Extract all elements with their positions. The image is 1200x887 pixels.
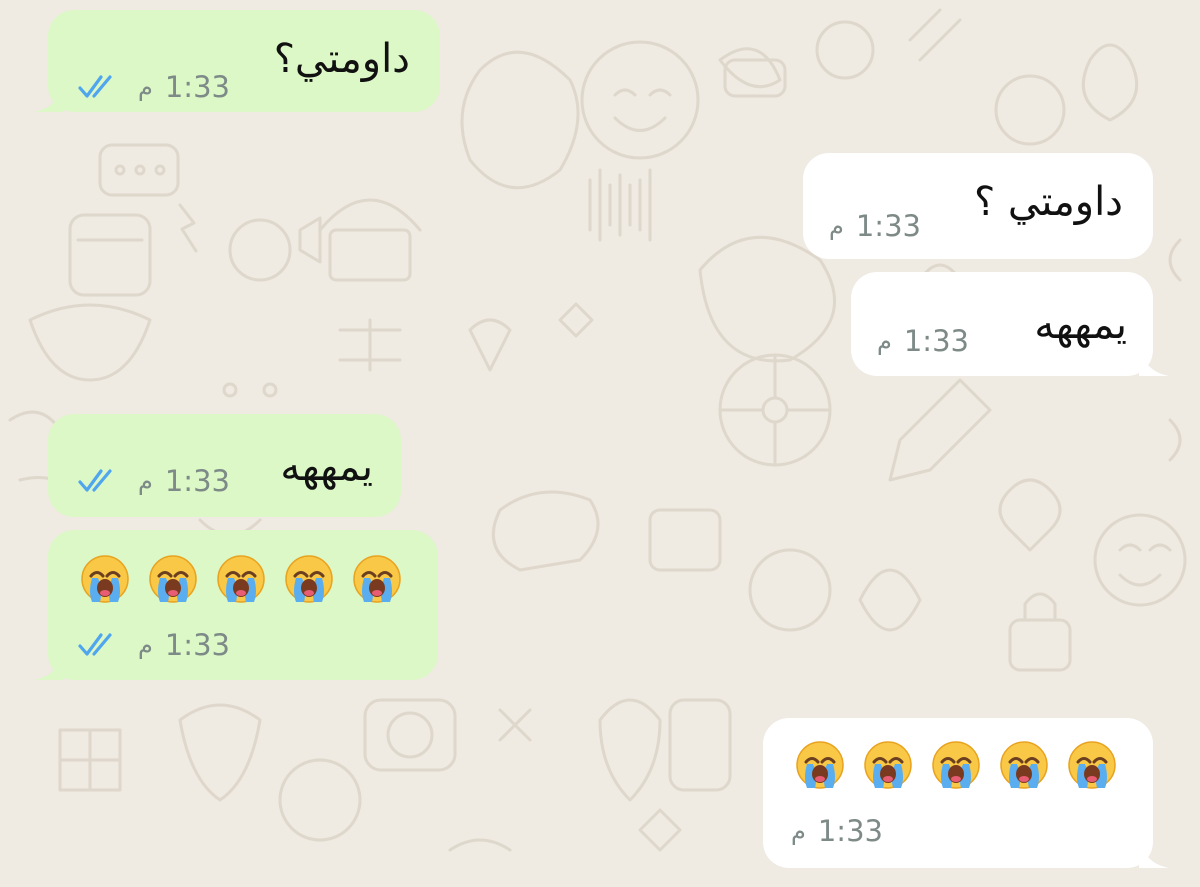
bubble-tail (1139, 350, 1169, 376)
message-meta: م 1:33 (78, 628, 230, 662)
time-period: م (138, 467, 153, 495)
loudly-crying-face-icon (864, 741, 912, 789)
message-time: 1:33 (164, 70, 230, 104)
emoji-row (795, 740, 1117, 790)
loudly-crying-face-icon (81, 555, 129, 603)
read-receipt-icon (78, 633, 112, 656)
loudly-crying-face-icon (353, 555, 401, 603)
bubble-tail (34, 654, 64, 680)
message-time: 1:33 (817, 814, 883, 848)
loudly-crying-face-icon (285, 555, 333, 603)
message-bubble-outgoing[interactable]: م 1:33 (34, 530, 438, 680)
message-meta: م 1:33 (78, 70, 230, 104)
message-bubble-incoming[interactable]: داومتي ؟ م 1:33 (803, 153, 1153, 259)
time-period: م (829, 212, 844, 240)
message-text: يمههه (280, 444, 373, 490)
time-period: م (791, 817, 806, 845)
message-text: يمههه (1034, 302, 1127, 348)
message-time: 1:33 (164, 464, 230, 498)
message-text: داومتي ؟ (973, 179, 1123, 225)
bubble-tail (34, 86, 64, 112)
message-meta: م 1:33 (829, 209, 921, 243)
read-receipt-icon (78, 75, 112, 98)
bubble-tail (1139, 842, 1169, 868)
message-time: 1:33 (855, 209, 921, 243)
message-text: داومتي؟ (273, 36, 410, 82)
message-meta: م 1:33 (877, 324, 969, 358)
message-bubble-incoming[interactable]: م 1:33 (763, 718, 1169, 868)
loudly-crying-face-icon (149, 555, 197, 603)
loudly-crying-face-icon (217, 555, 265, 603)
time-period: م (877, 327, 892, 355)
message-time: 1:33 (903, 324, 969, 358)
emoji-row (80, 554, 402, 604)
message-bubble-incoming[interactable]: يمههه م 1:33 (851, 272, 1169, 376)
loudly-crying-face-icon (796, 741, 844, 789)
message-meta: م 1:33 (78, 464, 230, 498)
message-bubble-outgoing[interactable]: يمههه م 1:33 (48, 414, 401, 517)
loudly-crying-face-icon (932, 741, 980, 789)
time-period: م (138, 73, 153, 101)
time-period: م (138, 631, 153, 659)
loudly-crying-face-icon (1000, 741, 1048, 789)
read-receipt-icon (78, 469, 112, 492)
loudly-crying-face-icon (1068, 741, 1116, 789)
message-meta: م 1:33 (791, 814, 883, 848)
message-time: 1:33 (164, 628, 230, 662)
message-bubble-outgoing[interactable]: داومتي؟ م 1:33 (34, 10, 440, 112)
